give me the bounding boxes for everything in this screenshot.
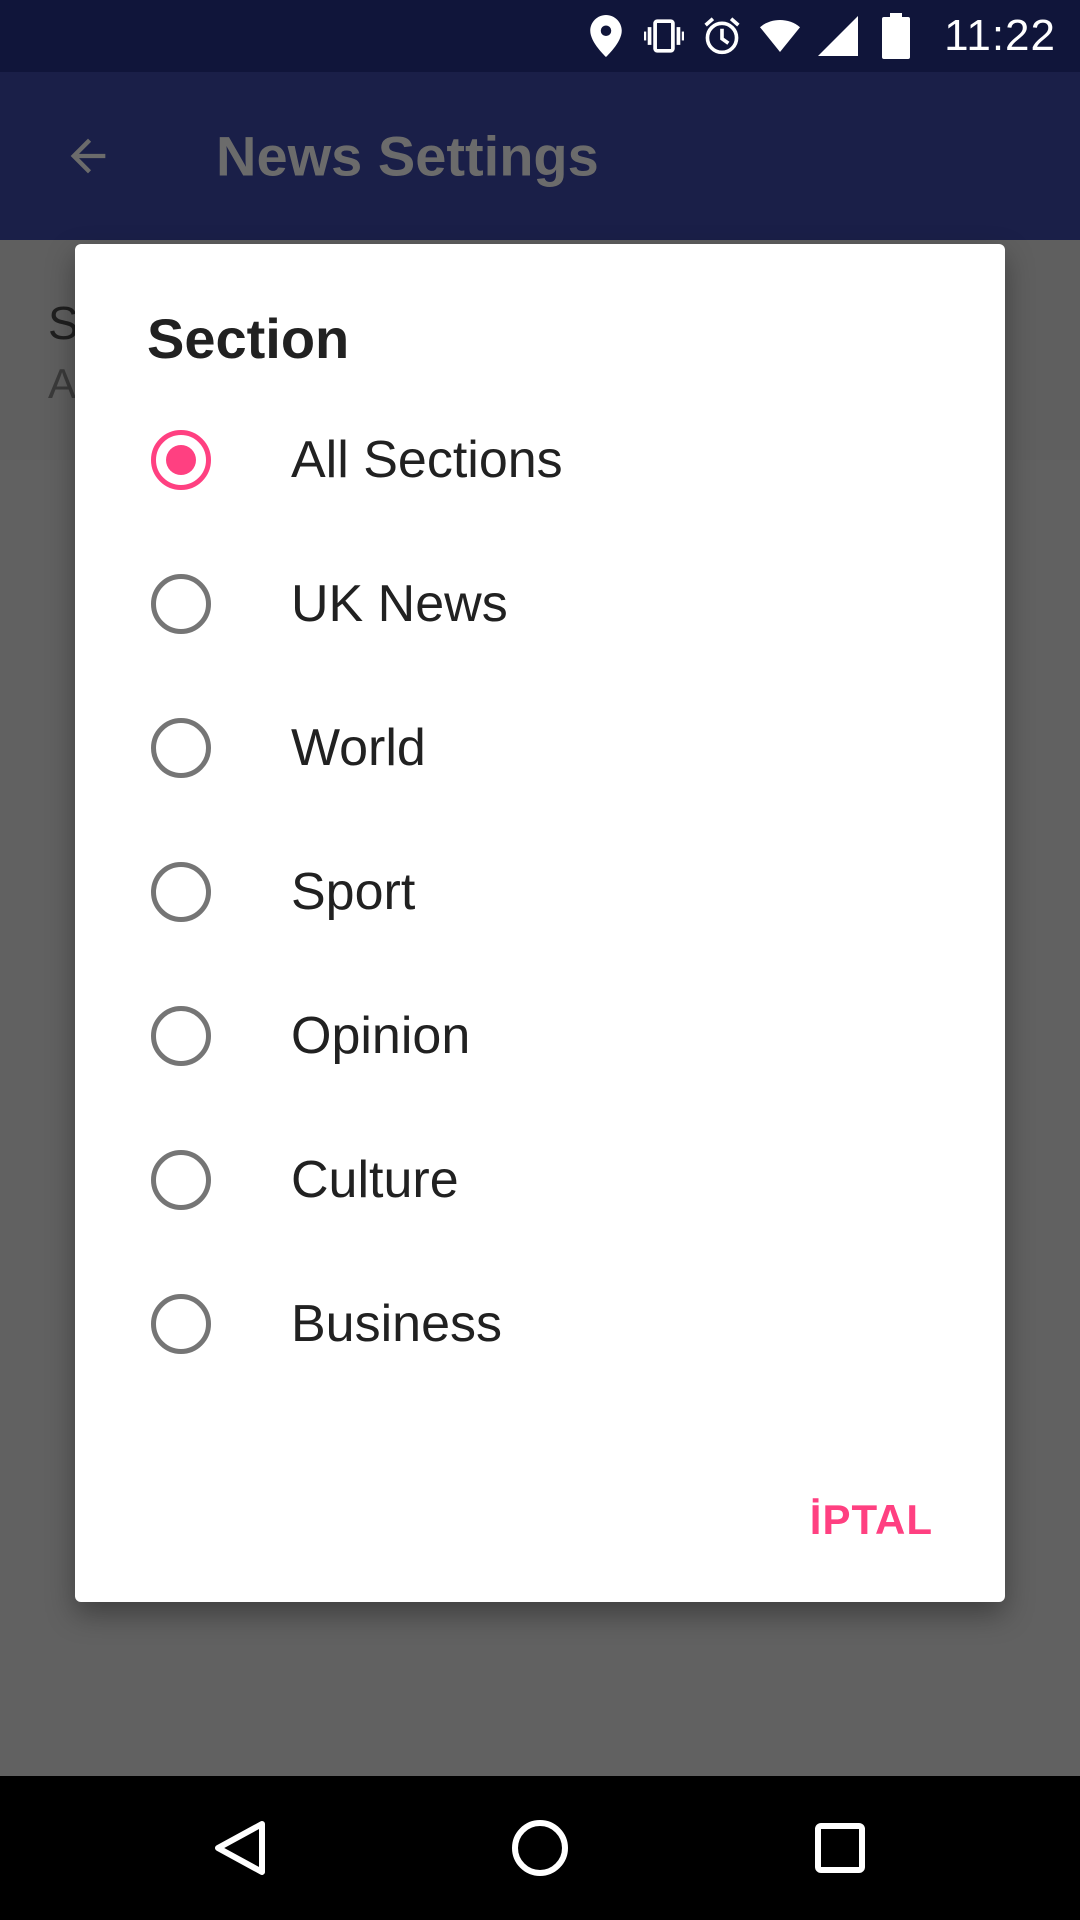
radio-button[interactable] bbox=[151, 574, 211, 634]
page-title: News Settings bbox=[216, 124, 599, 188]
status-bar: 11:22 bbox=[0, 0, 1080, 72]
option-label: Culture bbox=[291, 1151, 459, 1209]
option-business[interactable]: Business bbox=[75, 1252, 1005, 1396]
back-button[interactable] bbox=[52, 120, 124, 192]
navigation-bar bbox=[0, 1776, 1080, 1920]
battery-icon bbox=[876, 13, 916, 59]
nav-back-button[interactable] bbox=[204, 1812, 276, 1884]
option-world[interactable]: World bbox=[75, 676, 1005, 820]
section-options-list: All Sections UK News World Sport Opinion… bbox=[75, 388, 1005, 1396]
back-arrow-icon bbox=[70, 138, 106, 174]
option-label: UK News bbox=[291, 575, 508, 633]
wifi-icon bbox=[760, 14, 801, 58]
nav-recents-icon bbox=[815, 1823, 865, 1873]
app-bar: News Settings bbox=[0, 72, 1080, 240]
option-sport[interactable]: Sport bbox=[75, 820, 1005, 964]
option-label: Business bbox=[291, 1295, 502, 1353]
nav-back-icon bbox=[215, 1821, 265, 1875]
nav-home-icon bbox=[512, 1820, 568, 1876]
option-all-sections[interactable]: All Sections bbox=[75, 388, 1005, 532]
radio-button[interactable] bbox=[151, 1006, 211, 1066]
section-dialog: Section All Sections UK News World Sport… bbox=[75, 244, 1005, 1602]
vibrate-icon bbox=[644, 14, 685, 58]
signal-icon bbox=[818, 14, 859, 58]
option-label: All Sections bbox=[291, 431, 563, 489]
location-icon bbox=[586, 14, 626, 58]
dialog-title: Section bbox=[147, 307, 350, 370]
cancel-button[interactable]: İPTAL bbox=[810, 1496, 933, 1544]
radio-button[interactable] bbox=[151, 718, 211, 778]
radio-button[interactable] bbox=[151, 1294, 211, 1354]
option-label: Opinion bbox=[291, 1007, 471, 1065]
option-label: World bbox=[291, 719, 426, 777]
setting-summary: A bbox=[48, 360, 77, 407]
option-opinion[interactable]: Opinion bbox=[75, 964, 1005, 1108]
radio-button[interactable] bbox=[151, 1150, 211, 1210]
status-icons: 11:22 bbox=[586, 11, 1056, 61]
option-uk-news[interactable]: UK News bbox=[75, 532, 1005, 676]
alarm-icon bbox=[702, 14, 742, 58]
status-time: 11:22 bbox=[944, 11, 1056, 60]
nav-home-button[interactable] bbox=[504, 1812, 576, 1884]
option-label: Sport bbox=[291, 863, 416, 921]
nav-recents-button[interactable] bbox=[804, 1812, 876, 1884]
radio-button[interactable] bbox=[151, 862, 211, 922]
option-culture[interactable]: Culture bbox=[75, 1108, 1005, 1252]
radio-button-checked[interactable] bbox=[151, 430, 211, 490]
radio-dot bbox=[166, 445, 196, 475]
